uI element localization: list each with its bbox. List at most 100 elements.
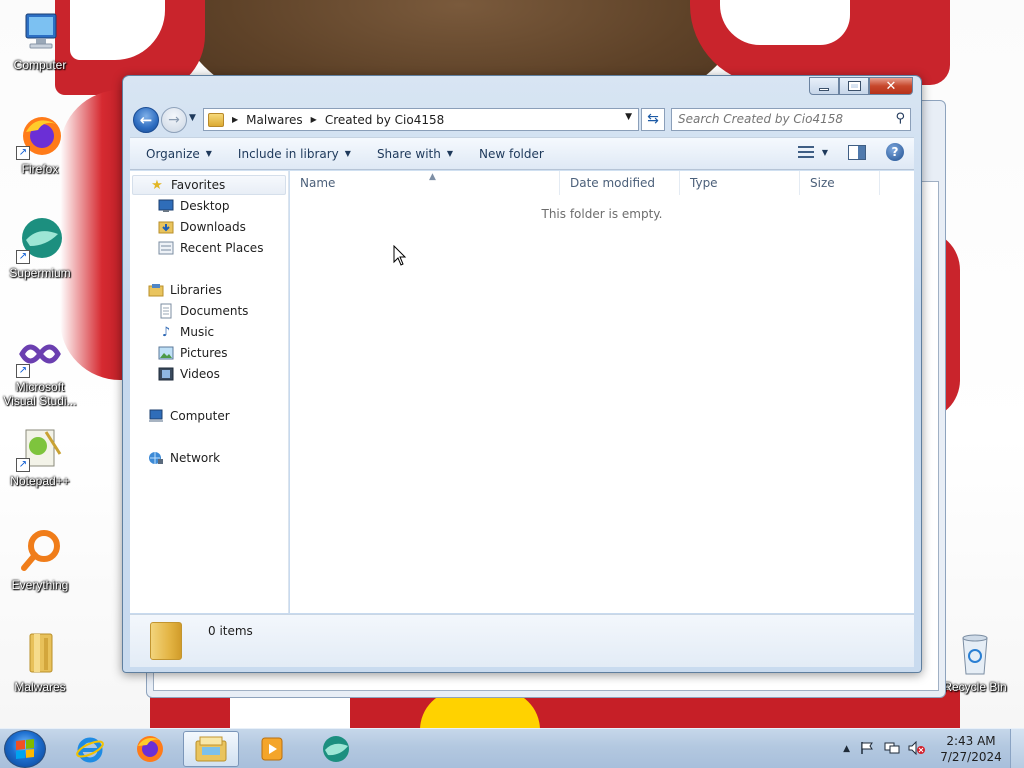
close-button[interactable]: ✕: [869, 77, 913, 95]
music-note-icon: ♪: [161, 324, 171, 340]
preview-pane-button[interactable]: [848, 144, 866, 160]
taskbar-firefox[interactable]: [122, 731, 178, 767]
desktop-icon-firefox[interactable]: ↗ Firefox: [0, 112, 80, 176]
column-header-label: Size: [810, 176, 835, 190]
network-status-icon[interactable]: [884, 741, 900, 758]
column-header-type[interactable]: Type: [680, 171, 800, 195]
computer-icon: [148, 408, 164, 424]
taskbar-windows-explorer[interactable]: [183, 731, 239, 767]
system-clock[interactable]: 2:43 AM 7/27/2024: [932, 733, 1010, 765]
refresh-button[interactable]: ⇆: [641, 108, 665, 131]
nav-item-recent-places[interactable]: Recent Places: [158, 238, 263, 258]
downloads-folder-icon: [158, 219, 174, 235]
explorer-window[interactable]: ✕ ← → ▼ ▶ Malwares ▶ Created by Cio4158 …: [122, 75, 922, 673]
nav-item-libraries[interactable]: Libraries: [148, 280, 222, 300]
start-button[interactable]: [4, 730, 46, 768]
search-icon[interactable]: ⚲: [895, 111, 905, 126]
taskbar-media-player[interactable]: [244, 731, 300, 767]
chevron-down-icon: ▼: [205, 148, 212, 158]
desktop-icon-computer[interactable]: Computer: [0, 8, 80, 72]
desktop-icon-supermium[interactable]: ↗ Supermium: [0, 216, 80, 280]
windows-explorer-icon: [195, 736, 227, 762]
clock-time: 2:43 AM: [946, 734, 996, 748]
address-dropdown-icon[interactable]: ▼: [625, 112, 632, 122]
everything-search-icon: [16, 528, 64, 576]
nav-item-videos[interactable]: Videos: [158, 364, 220, 384]
chevron-down-icon: ▼: [344, 148, 351, 158]
pictures-icon: [158, 345, 174, 361]
nav-item-favorites[interactable]: ★ Favorites: [132, 175, 286, 195]
column-header-label: Type: [690, 176, 718, 190]
search-box[interactable]: ⚲: [671, 108, 911, 131]
breadcrumb-current-folder[interactable]: Created by Cio4158: [325, 113, 444, 127]
nav-item-desktop[interactable]: Desktop: [158, 196, 230, 216]
breadcrumb-separator-icon[interactable]: ▶: [232, 115, 238, 124]
recent-pages-dropdown[interactable]: ▼: [189, 113, 196, 123]
action-center-flag-icon[interactable]: [860, 741, 874, 758]
shortcut-arrow-icon: ↗: [16, 146, 30, 160]
nav-item-network[interactable]: Network: [148, 448, 220, 468]
visual-studio-icon: ↗: [16, 330, 64, 378]
desktop-icon-recycle-bin[interactable]: Recycle Bin: [935, 630, 1015, 694]
maximize-button[interactable]: [839, 77, 869, 95]
desktop-icon-visual-studio[interactable]: ↗ Microsoft Visual Studi...: [0, 330, 80, 408]
column-header-label: Name: [300, 176, 336, 190]
file-list[interactable]: Name ▲ Date modified Type Size This fold…: [290, 171, 914, 613]
folder-icon: [16, 630, 64, 678]
desktop-icon-label: Computer: [13, 58, 67, 72]
taskbar-internet-explorer[interactable]: [62, 731, 118, 767]
column-header-size[interactable]: Size: [800, 171, 880, 195]
include-in-library-menu[interactable]: Include in library ▼: [228, 142, 361, 166]
desktop-icon-malwares-folder[interactable]: Malwares: [0, 630, 80, 694]
recent-places-icon: [158, 240, 174, 256]
volume-muted-icon[interactable]: [908, 740, 926, 758]
nav-item-downloads[interactable]: Downloads: [158, 217, 246, 237]
organize-label: Organize: [146, 146, 200, 161]
folder-icon: [208, 112, 224, 127]
breadcrumb-separator-icon[interactable]: ▶: [311, 115, 317, 124]
search-input[interactable]: [678, 109, 878, 129]
star-icon: ★: [151, 177, 163, 193]
shortcut-arrow-icon: ↗: [16, 364, 30, 378]
shortcut-arrow-icon: ↗: [16, 250, 30, 264]
minimize-icon: [819, 87, 829, 91]
show-hidden-icons-button[interactable]: ▲: [843, 744, 850, 754]
nav-label: Network: [170, 451, 221, 465]
nav-label: Favorites: [171, 178, 226, 192]
empty-folder-message: This folder is empty.: [541, 207, 663, 221]
navigation-bar: ← → ▼ ▶ Malwares ▶ Created by Cio4158 ▼ …: [131, 105, 913, 133]
nav-label: Videos: [180, 367, 220, 381]
details-view-icon: [797, 146, 814, 158]
shortcut-arrow-icon: ↗: [16, 458, 30, 472]
view-controls: ▼ ?: [797, 143, 904, 161]
desktop-icon-everything[interactable]: Everything: [0, 528, 80, 592]
desktop-icon-notepadpp[interactable]: ↗ Notepad++: [0, 424, 80, 488]
nav-label: Computer: [170, 409, 230, 423]
nav-item-music[interactable]: ♪ Music: [158, 322, 214, 342]
computer-icon: [16, 8, 64, 56]
media-player-icon: [261, 737, 283, 761]
breadcrumb-malwares[interactable]: Malwares: [246, 113, 303, 127]
new-folder-button[interactable]: New folder: [469, 142, 554, 166]
change-view-button[interactable]: ▼: [797, 146, 828, 158]
maximize-icon: [847, 81, 861, 91]
column-header-date-modified[interactable]: Date modified: [560, 171, 680, 195]
recycle-bin-icon: [951, 630, 999, 678]
clock-date: 7/27/2024: [940, 750, 1002, 764]
column-header-name[interactable]: Name ▲: [290, 171, 560, 195]
nav-item-documents[interactable]: Documents: [158, 301, 248, 321]
share-with-label: Share with: [376, 146, 441, 161]
organize-menu[interactable]: Organize ▼: [136, 142, 222, 166]
help-button[interactable]: ?: [886, 143, 904, 161]
minimize-button[interactable]: [809, 77, 839, 95]
sort-ascending-icon: ▲: [429, 172, 436, 182]
taskbar-supermium[interactable]: [308, 731, 364, 767]
back-button[interactable]: ←: [133, 107, 159, 133]
documents-icon: [158, 303, 174, 319]
nav-item-pictures[interactable]: Pictures: [158, 343, 228, 363]
nav-item-computer[interactable]: Computer: [148, 406, 230, 426]
share-with-menu[interactable]: Share with ▼: [367, 142, 463, 166]
show-desktop-button[interactable]: [1010, 729, 1024, 768]
address-bar[interactable]: ▶ Malwares ▶ Created by Cio4158 ▼: [203, 108, 639, 131]
forward-button[interactable]: →: [161, 107, 187, 133]
